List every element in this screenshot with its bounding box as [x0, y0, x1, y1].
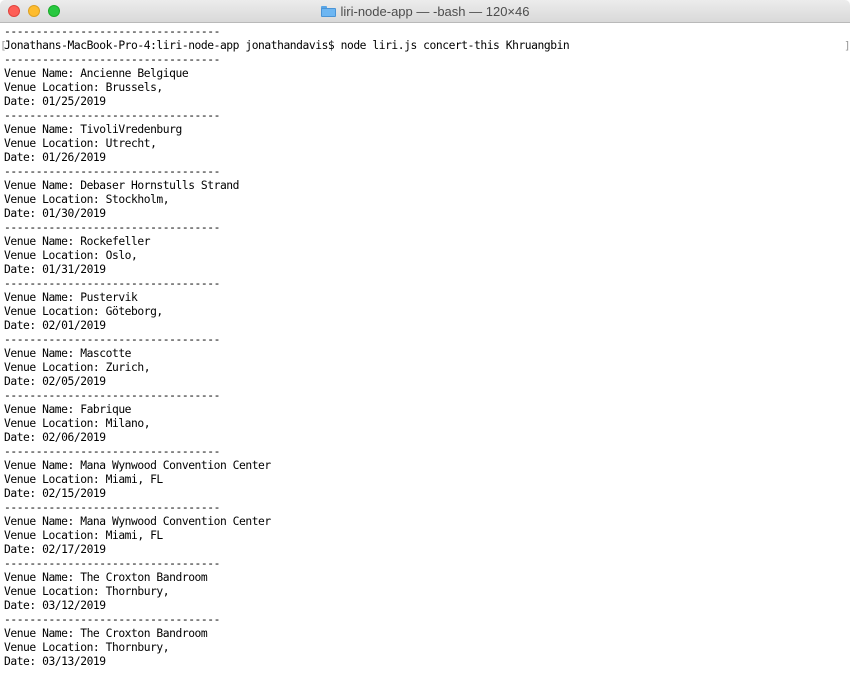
- separator-line: ----------------------------------: [4, 389, 220, 402]
- window-title-text: liri-node-app — -bash — 120×46: [340, 4, 530, 19]
- output-line: Date: 02/15/2019: [4, 487, 106, 500]
- output-line: Venue Name: Ancienne Belgique: [4, 67, 189, 80]
- output-line: Date: 02/05/2019: [4, 375, 106, 388]
- window-title: liri-node-app — -bash — 120×46: [0, 0, 850, 23]
- output-line: Date: 02/06/2019: [4, 431, 106, 444]
- separator-line: ----------------------------------: [4, 53, 220, 66]
- separator-line: ----------------------------------: [4, 445, 220, 458]
- separator-line: ----------------------------------: [4, 613, 220, 626]
- output-line: Date: 02/17/2019: [4, 543, 106, 556]
- command-prompt-line: Jonathans-MacBook-Pro-4:liri-node-app jo…: [4, 39, 570, 52]
- output-line: Venue Location: Zurich,: [4, 361, 151, 374]
- separator-line: ----------------------------------: [4, 109, 220, 122]
- output-line: Venue Location: Stockholm,: [4, 193, 170, 206]
- output-line: Date: 01/30/2019: [4, 207, 106, 220]
- title-bar[interactable]: liri-node-app — -bash — 120×46: [0, 0, 850, 23]
- separator-line: ----------------------------------: [4, 501, 220, 514]
- output-line: Venue Name: The Croxton Bandroom: [4, 571, 208, 584]
- output-line: Venue Name: Pustervik: [4, 291, 138, 304]
- output-line: Venue Location: Utrecht,: [4, 137, 157, 150]
- output-line: Venue Location: Miami, FL: [4, 473, 163, 486]
- output-line: Venue Name: Mascotte: [4, 347, 132, 360]
- output-line: Date: 02/01/2019: [4, 319, 106, 332]
- output-line: Venue Name: Debaser Hornstulls Strand: [4, 179, 239, 192]
- output-line: Venue Name: Mana Wynwood Convention Cent…: [4, 459, 271, 472]
- output-line: Venue Name: TivoliVredenburg: [4, 123, 182, 136]
- output-line: Venue Location: Thornbury,: [4, 585, 170, 598]
- separator-line: ----------------------------------: [4, 333, 220, 346]
- output-line: Date: 03/13/2019: [4, 655, 106, 668]
- separator-line: ----------------------------------: [4, 277, 220, 290]
- output-line: Venue Name: Mana Wynwood Convention Cent…: [4, 515, 271, 528]
- output-line: Date: 03/12/2019: [4, 599, 106, 612]
- output-line: Venue Location: Thornbury,: [4, 641, 170, 654]
- separator-line: ----------------------------------: [4, 221, 220, 234]
- output-line: Venue Location: Milano,: [4, 417, 151, 430]
- folder-icon: [320, 6, 336, 17]
- output-line: Venue Name: Fabrique: [4, 403, 132, 416]
- output-line: Date: 01/26/2019: [4, 151, 106, 164]
- prompt-right-bracket: ]: [844, 39, 850, 52]
- terminal-output[interactable]: [ ] ---------------------------------- Jo…: [0, 23, 850, 674]
- output-line: Date: 01/25/2019: [4, 95, 106, 108]
- output-line: Venue Location: Brussels,: [4, 81, 163, 94]
- output-line: Venue Location: Oslo,: [4, 249, 138, 262]
- separator-line: ----------------------------------: [4, 165, 220, 178]
- output-line: Venue Location: Göteborg,: [4, 305, 163, 318]
- separator-line: ----------------------------------: [4, 25, 220, 38]
- output-line: Venue Location: Miami, FL: [4, 529, 163, 542]
- output-line: Venue Name: The Croxton Bandroom: [4, 627, 208, 640]
- terminal-window: liri-node-app — -bash — 120×46 [ ] -----…: [0, 0, 850, 674]
- output-line: Venue Name: Rockefeller: [4, 235, 151, 248]
- output-line: Date: 01/31/2019: [4, 263, 106, 276]
- separator-line: ----------------------------------: [4, 557, 220, 570]
